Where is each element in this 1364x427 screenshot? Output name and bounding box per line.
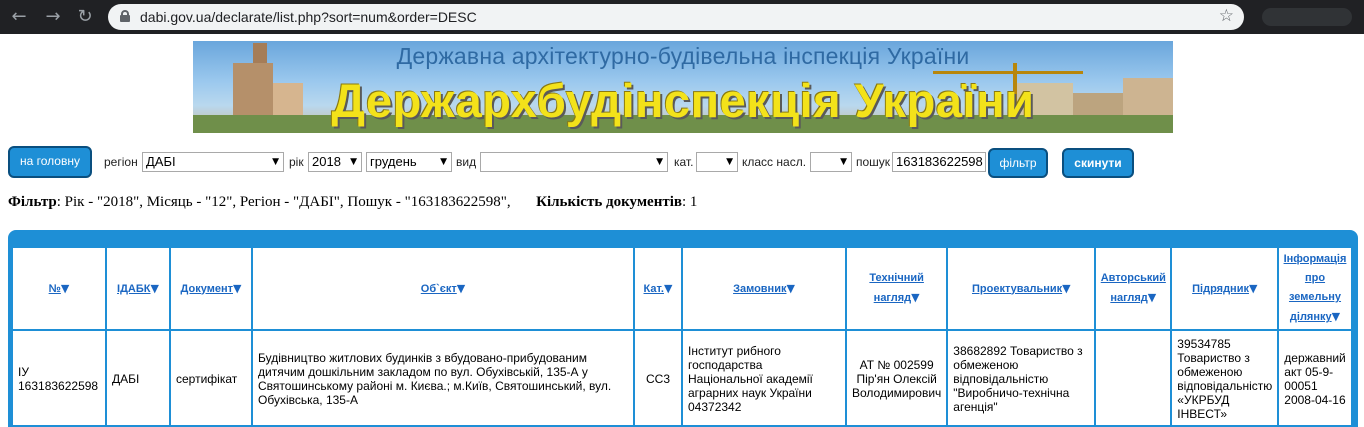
filter-summary-label: Фільтр [8,194,57,210]
header-label: Підрядник [1192,282,1249,295]
address-bar[interactable]: dabi.gov.ua/declarate/list.php?sort=num&… [108,4,1244,30]
header-label: ІДАБК [117,282,151,295]
month-value: грудень [370,154,417,169]
url-text: dabi.gov.ua/declarate/list.php?sort=num&… [140,9,477,25]
chevron-down-icon: ▼ [840,157,847,167]
sort-down-icon: ▼ [1062,281,1071,295]
cell-num: ІУ 163183622598 [13,331,105,425]
year-label: рік [289,155,304,169]
table-header-row: №▼ ІДАБК▼ Документ▼ Об`єкт▼ Кат.▼ Замовн… [13,248,1351,329]
banner-title: Держархбудінспекція України [331,74,1035,127]
search-input[interactable]: 163183622598 [892,152,986,172]
sort-down-icon: ▼ [456,281,466,295]
region-select[interactable]: ДАБІ ▼ [142,152,284,172]
month-select[interactable]: грудень ▼ [366,152,452,172]
region-label: регіон [104,155,138,169]
results-table-container: №▼ ІДАБК▼ Документ▼ Об`єкт▼ Кат.▼ Замовн… [8,230,1358,427]
region-value: ДАБІ [146,154,176,169]
class-select[interactable]: ▼ [810,152,852,172]
profile-area[interactable] [1262,8,1352,26]
bookmark-star-icon[interactable]: ☆ [1219,6,1234,26]
sort-down-icon: ▼ [663,281,673,295]
back-icon[interactable]: ← [8,6,30,28]
header-land-info[interactable]: Інформація про земельну ділянку▼ [1279,248,1351,329]
header-category[interactable]: Кат.▼ [635,248,681,329]
sort-down-icon: ▼ [1147,291,1157,304]
cell-designer: 38682892 Товариство з обмеженою відповід… [948,331,1095,425]
home-button[interactable]: на головну [8,146,92,178]
header-idabk[interactable]: ІДАБК▼ [107,248,169,329]
header-label: № [48,282,61,295]
cell-category: СС3 [635,331,681,425]
filter-button[interactable]: фільтр [988,148,1048,178]
sort-down-icon: ▼ [233,281,242,295]
header-label: Кат. [643,282,664,295]
cell-document: сертифікат [171,331,251,425]
sort-down-icon: ▼ [150,281,159,295]
header-designer[interactable]: Проектувальник▼ [948,248,1095,329]
site-banner: Державна архітектурно-будівельна інспекц… [193,41,1173,133]
class-label: класс насл. [742,155,807,169]
reset-button[interactable]: скинути [1062,148,1134,178]
category-label: кат. [674,155,694,169]
header-label: Документ [180,282,233,295]
filter-summary-text: : Рік - "2018", Місяць - "12", Регіон - … [56,194,511,210]
chevron-down-icon: ▼ [350,157,357,167]
sort-down-icon: ▼ [1331,310,1341,323]
chevron-down-icon: ▼ [272,157,279,167]
forward-icon[interactable]: → [42,6,64,28]
type-label: вид [456,155,477,169]
cell-idabk: ДАБІ [107,331,169,425]
results-table: №▼ ІДАБК▼ Документ▼ Об`єкт▼ Кат.▼ Замовн… [11,246,1353,425]
cell-land-info: державний акт 05-9-00051 2008-04-16 [1279,331,1351,425]
cell-contractor: 39534785 Товариство з обмеженою відповід… [1172,331,1278,425]
header-label: Проектувальник [971,282,1063,295]
header-customer[interactable]: Замовник▼ [683,248,845,329]
chevron-down-icon: ▼ [656,157,663,167]
cell-tech-supervision: АТ № 002599 Пір'ян Олексій Володимирович [847,331,947,425]
header-contractor[interactable]: Підрядник▼ [1172,248,1278,329]
category-select[interactable]: ▼ [696,152,738,172]
document-count-value: : 1 [681,194,698,210]
search-label: пошук [856,155,891,169]
sort-down-icon: ▼ [1248,281,1258,295]
lock-icon [120,10,130,22]
chevron-down-icon: ▼ [726,157,733,167]
header-object[interactable]: Об`єкт▼ [253,248,633,329]
header-label: Замовник [733,282,787,295]
header-num[interactable]: №▼ [13,248,105,329]
cell-author-supervision [1096,331,1171,425]
header-tech-supervision[interactable]: Технічний нагляд▼ [847,248,947,329]
year-value: 2018 [312,154,341,169]
document-count-label: Кількість документів [536,194,682,210]
sort-down-icon: ▼ [911,291,920,304]
cell-customer: Інститут рибного господарства Національн… [683,331,845,425]
reload-icon[interactable]: ↻ [74,6,96,28]
year-select[interactable]: 2018 ▼ [308,152,362,172]
header-document[interactable]: Документ▼ [171,248,251,329]
sort-down-icon: ▼ [786,281,795,295]
chevron-down-icon: ▼ [440,157,447,167]
sort-down-icon: ▼ [60,281,70,295]
header-label: Об`єкт [420,282,457,295]
header-author-supervision[interactable]: Авторський нагляд▼ [1096,248,1171,329]
banner-subtitle: Державна архітектурно-будівельна інспекц… [396,43,970,69]
type-select[interactable]: ▼ [480,152,668,172]
cell-object: Будівництво житлових будинків з вбудован… [253,331,633,425]
browser-toolbar: ← → ↻ dabi.gov.ua/declarate/list.php?sor… [0,0,1364,34]
filter-summary: Фільтр: Рік - "2018", Місяць - "12", Рег… [8,194,697,211]
table-row: ІУ 163183622598 ДАБІ сертифікат Будівниц… [13,331,1351,425]
